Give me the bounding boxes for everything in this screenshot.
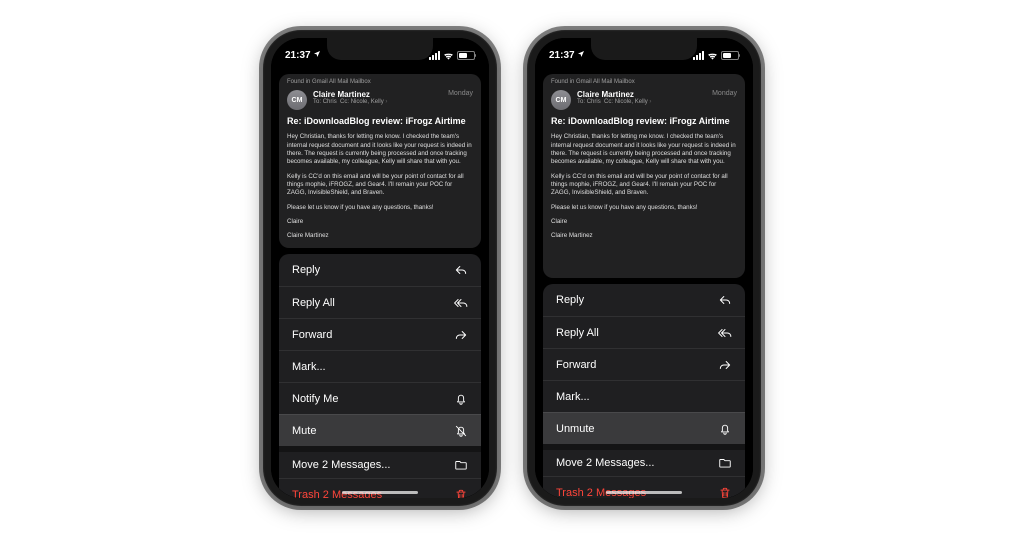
- chevron-right-icon: ›: [649, 99, 651, 105]
- iphone-frame-left: 21:37 Found in Gmail All Mail Mailbox CM: [263, 30, 497, 506]
- email-body: Hey Christian, thanks for letting me kno…: [543, 133, 745, 253]
- menu-label: Mark...: [292, 361, 326, 373]
- bell-icon: [718, 422, 732, 436]
- email-date: Monday: [712, 90, 737, 97]
- reply-icon: [454, 263, 468, 277]
- recipients: To: Chris Cc: Nicole, Kelly ›: [313, 99, 442, 105]
- status-time: 21:37: [549, 50, 575, 61]
- menu-label: Mute: [292, 425, 316, 437]
- forward-icon: [718, 358, 732, 372]
- menu-label: Mark...: [556, 391, 590, 403]
- chevron-right-icon: ›: [385, 99, 387, 105]
- email-body: Hey Christian, thanks for letting me kno…: [279, 133, 481, 248]
- menu-label: Forward: [556, 359, 596, 371]
- wifi-icon: [707, 51, 718, 60]
- menu-trash[interactable]: Trash 2 Messages: [279, 478, 481, 498]
- menu-trash[interactable]: Trash 2 Messages: [543, 476, 745, 498]
- menu-label: Reply: [292, 264, 320, 276]
- iphone-frame-right: 21:37 Found in Gmail All Mail Mailbox CM: [527, 30, 761, 506]
- home-indicator[interactable]: [606, 491, 682, 494]
- bell-icon: [454, 392, 468, 406]
- reply-all-icon: [454, 296, 468, 310]
- menu-label: Reply: [556, 294, 584, 306]
- email-preview-card[interactable]: Found in Gmail All Mail Mailbox CM Clair…: [543, 74, 745, 278]
- bell-slash-icon: [454, 424, 468, 438]
- reply-icon: [718, 293, 732, 307]
- sender-name: Claire Martinez: [313, 90, 442, 99]
- context-menu: Reply Reply All Forward Mark... Notify M…: [279, 254, 481, 498]
- context-menu: Reply Reply All Forward Mark... Unmute: [543, 284, 745, 498]
- recipients: To: Chris Cc: Nicole, Kelly ›: [577, 99, 706, 105]
- email-subject: Re: iDownloadBlog review: iFrogz Airtime: [543, 116, 745, 133]
- folder-icon: [454, 458, 468, 472]
- email-date: Monday: [448, 90, 473, 97]
- menu-label: Notify Me: [292, 393, 338, 405]
- menu-label: Reply All: [556, 327, 599, 339]
- menu-mark[interactable]: Mark...: [543, 380, 745, 412]
- home-indicator[interactable]: [342, 491, 418, 494]
- location-icon: [313, 50, 321, 61]
- menu-move[interactable]: Move 2 Messages...: [279, 446, 481, 478]
- forward-icon: [454, 328, 468, 342]
- location-icon: [577, 50, 585, 61]
- notch: [591, 38, 697, 60]
- avatar: CM: [287, 90, 307, 110]
- status-time: 21:37: [285, 50, 311, 61]
- menu-unmute[interactable]: Unmute: [543, 412, 745, 444]
- trash-icon: [454, 488, 468, 499]
- menu-forward[interactable]: Forward: [279, 318, 481, 350]
- menu-notify[interactable]: Notify Me: [279, 382, 481, 414]
- menu-mark[interactable]: Mark...: [279, 350, 481, 382]
- menu-label: Unmute: [556, 423, 595, 435]
- menu-mute[interactable]: Mute: [279, 414, 481, 446]
- battery-icon: [457, 51, 475, 60]
- found-in-label: Found in Gmail All Mail Mailbox: [279, 74, 481, 88]
- found-in-label: Found in Gmail All Mail Mailbox: [543, 74, 745, 88]
- menu-reply-all[interactable]: Reply All: [543, 316, 745, 348]
- menu-forward[interactable]: Forward: [543, 348, 745, 380]
- email-preview-card[interactable]: Found in Gmail All Mail Mailbox CM Clair…: [279, 74, 481, 248]
- menu-reply-all[interactable]: Reply All: [279, 286, 481, 318]
- email-subject: Re: iDownloadBlog review: iFrogz Airtime: [279, 116, 481, 133]
- reply-all-icon: [718, 326, 732, 340]
- menu-label: Move 2 Messages...: [292, 459, 390, 471]
- avatar: CM: [551, 90, 571, 110]
- menu-reply[interactable]: Reply: [279, 254, 481, 286]
- folder-icon: [718, 456, 732, 470]
- wifi-icon: [443, 51, 454, 60]
- trash-icon: [718, 486, 732, 499]
- sender-name: Claire Martinez: [577, 90, 706, 99]
- menu-move[interactable]: Move 2 Messages...: [543, 444, 745, 476]
- battery-icon: [721, 51, 739, 60]
- menu-reply[interactable]: Reply: [543, 284, 745, 316]
- menu-label: Forward: [292, 329, 332, 341]
- menu-label: Reply All: [292, 297, 335, 309]
- notch: [327, 38, 433, 60]
- menu-label: Move 2 Messages...: [556, 457, 654, 469]
